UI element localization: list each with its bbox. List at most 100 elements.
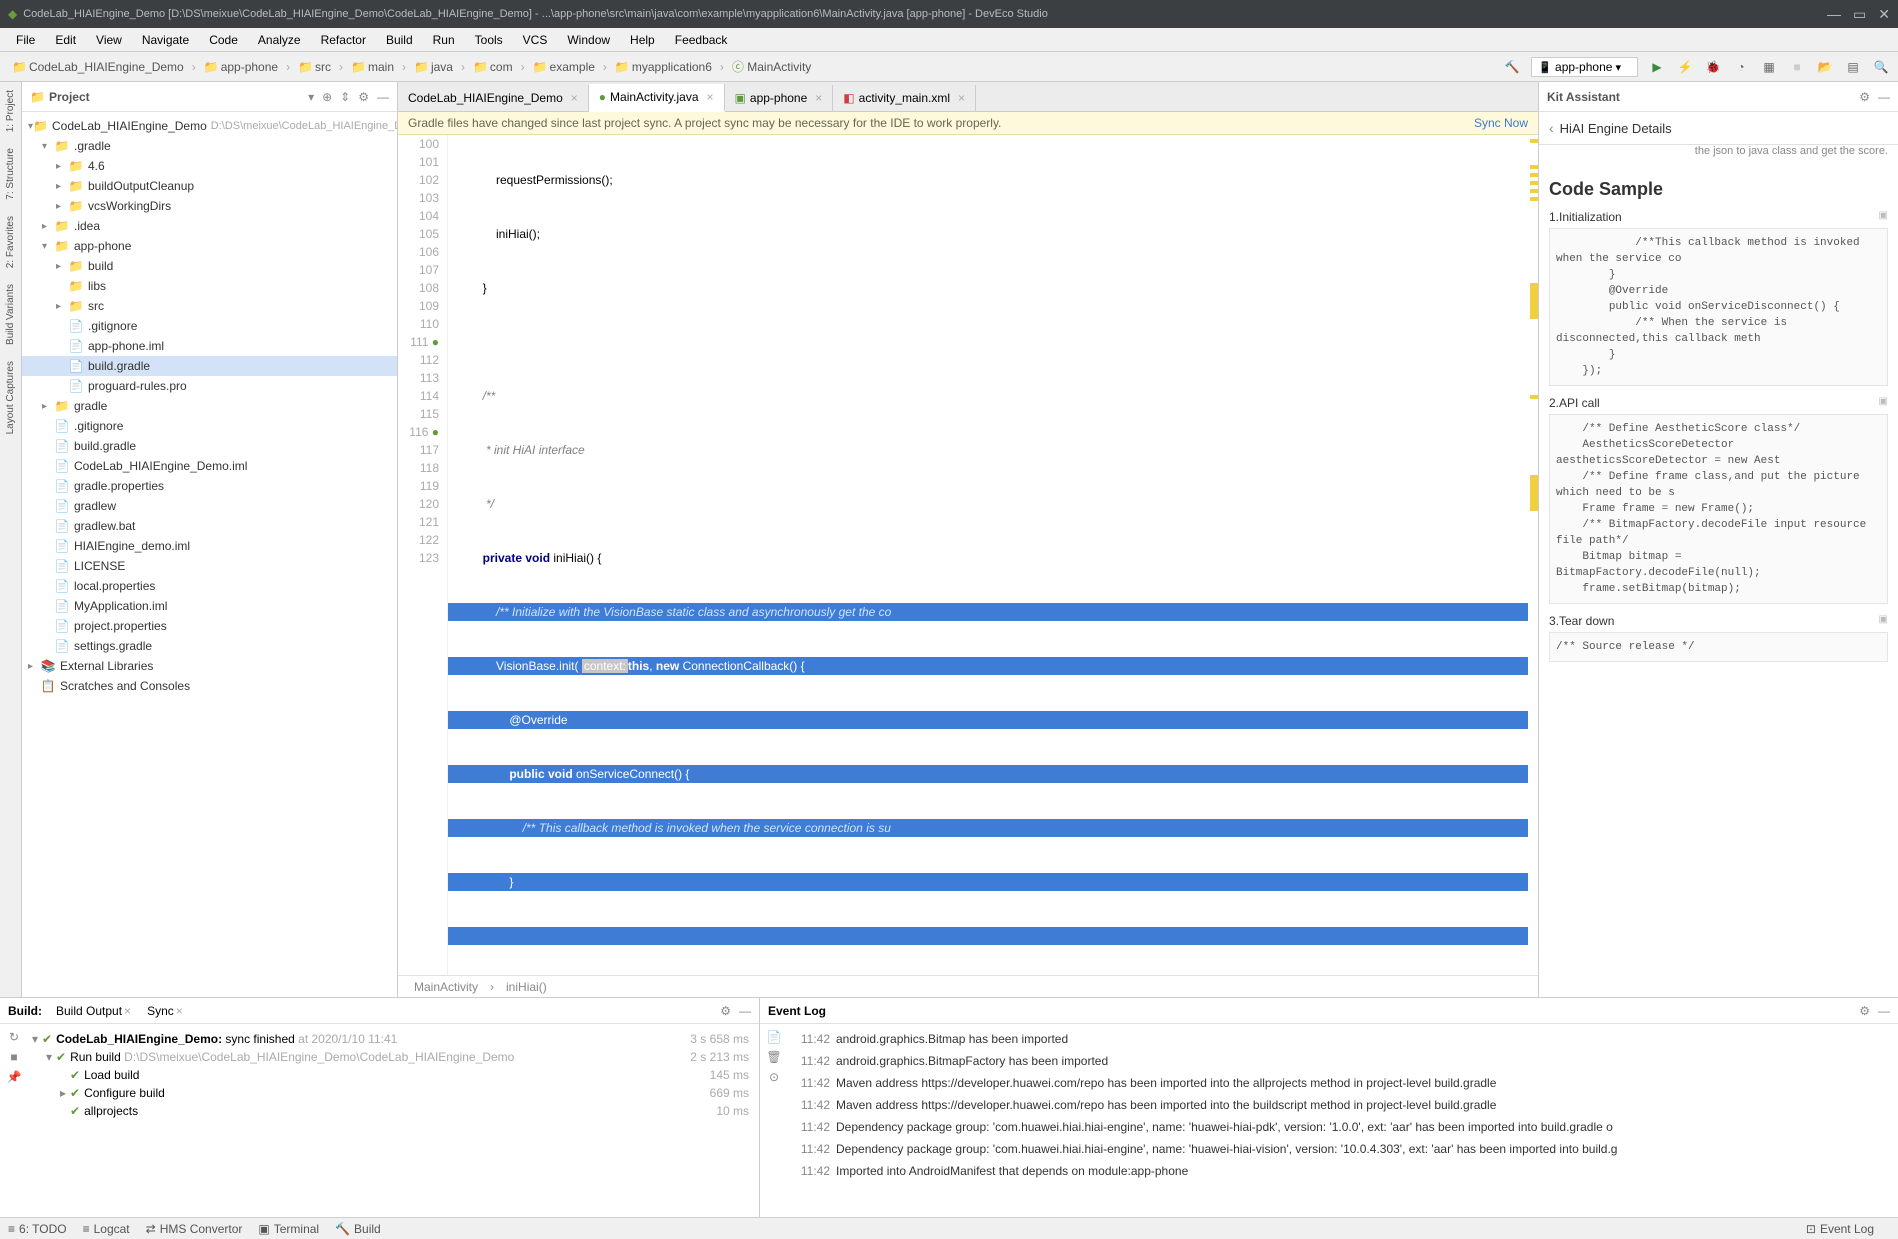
- menu-refactor[interactable]: Refactor: [313, 31, 374, 49]
- tree-license[interactable]: 📄LICENSE: [22, 556, 397, 576]
- event-clear-icon[interactable]: 📄: [767, 1030, 782, 1044]
- event-gear-icon[interactable]: ⚙: [1859, 1004, 1870, 1018]
- maximize-icon[interactable]: ▭: [1853, 6, 1866, 23]
- event-row[interactable]: 11:42android.graphics.Bitmap has been im…: [788, 1028, 1898, 1050]
- build-hammer-icon[interactable]: 🔨: [1503, 58, 1521, 76]
- restart-icon[interactable]: ↻: [9, 1030, 19, 1044]
- pin-icon[interactable]: 📌: [7, 1070, 22, 1084]
- apply-changes-icon[interactable]: ⚡: [1676, 58, 1694, 76]
- section-teardown[interactable]: 3.Tear down▣: [1549, 614, 1888, 628]
- minimize-panel-icon[interactable]: —: [377, 90, 389, 104]
- menu-run[interactable]: Run: [425, 31, 463, 49]
- tree-idea[interactable]: ▸📁.idea: [22, 216, 397, 236]
- event-list[interactable]: 11:42android.graphics.Bitmap has been im…: [788, 1024, 1898, 1217]
- collapse-icon[interactable]: ▣: [1879, 210, 1888, 221]
- menu-edit[interactable]: Edit: [47, 31, 84, 49]
- collapse-icon[interactable]: ⇕: [340, 90, 350, 104]
- menu-tools[interactable]: Tools: [467, 31, 511, 49]
- menu-help[interactable]: Help: [622, 31, 663, 49]
- tree-libs[interactable]: 📁libs: [22, 276, 397, 296]
- snippet-api[interactable]: /** Define AestheticScore class*/ Aesthe…: [1549, 414, 1888, 604]
- event-row[interactable]: 11:42Maven address https://developer.hua…: [788, 1072, 1898, 1094]
- snippet-init[interactable]: /**This callback method is invoked when …: [1549, 228, 1888, 386]
- menu-feedback[interactable]: Feedback: [667, 31, 736, 49]
- tab-structure[interactable]: 7: Structure: [3, 144, 18, 204]
- status-build[interactable]: 🔨 Build: [335, 1222, 381, 1236]
- crumb-java[interactable]: 📁java: [410, 58, 457, 76]
- settings-icon[interactable]: ⚙: [358, 90, 369, 104]
- menu-view[interactable]: View: [88, 31, 130, 49]
- minimize-icon[interactable]: —: [1827, 6, 1841, 23]
- menu-window[interactable]: Window: [559, 31, 618, 49]
- tab-favorites[interactable]: 2: Favorites: [3, 212, 18, 272]
- tab-activity-xml[interactable]: ◧activity_main.xml×: [833, 85, 976, 111]
- build-tree[interactable]: ▾✔CodeLab_HIAIEngine_Demo: sync finished…: [28, 1024, 759, 1217]
- event-row[interactable]: 11:42Imported into AndroidManifest that …: [788, 1160, 1898, 1182]
- menu-build[interactable]: Build: [378, 31, 421, 49]
- tree-localprops[interactable]: 📄local.properties: [22, 576, 397, 596]
- project-tree[interactable]: ▾📁CodeLab_HIAIEngine_DemoD:\DS\meixue\Co…: [22, 112, 397, 997]
- tree-buildoutput[interactable]: ▸📁buildOutputCleanup: [22, 176, 397, 196]
- crumb-main[interactable]: 📁main: [347, 58, 398, 76]
- tree-gitignore2[interactable]: 📄.gitignore: [22, 416, 397, 436]
- search-icon[interactable]: 🔍: [1872, 58, 1890, 76]
- tree-gradlew-bat[interactable]: 📄gradlew.bat: [22, 516, 397, 536]
- crumb-class[interactable]: ⓒ MainActivity: [728, 56, 815, 77]
- event-row[interactable]: 11:42android.graphics.BitmapFactory has …: [788, 1050, 1898, 1072]
- locate-icon[interactable]: ⊕: [322, 90, 332, 104]
- build-output-tab[interactable]: Build Output×: [50, 1000, 137, 1022]
- tree-root[interactable]: ▾📁CodeLab_HIAIEngine_DemoD:\DS\meixue\Co…: [22, 116, 397, 136]
- tree-src[interactable]: ▸📁src: [22, 296, 397, 316]
- menu-code[interactable]: Code: [201, 31, 246, 49]
- stop-icon[interactable]: ■: [1788, 58, 1806, 76]
- tab-build-variants[interactable]: Build Variants: [3, 280, 18, 349]
- run-icon[interactable]: ▶: [1648, 58, 1666, 76]
- tree-gradlew[interactable]: 📄gradlew: [22, 496, 397, 516]
- event-row[interactable]: 11:42Dependency package group: 'com.huaw…: [788, 1116, 1898, 1138]
- crumb-example[interactable]: 📁example: [529, 58, 599, 76]
- debug-icon[interactable]: 🐞: [1704, 58, 1722, 76]
- collapse-icon[interactable]: ▣: [1879, 614, 1888, 625]
- event-row[interactable]: 11:42Maven address https://developer.hua…: [788, 1094, 1898, 1116]
- close-tab-icon[interactable]: ×: [571, 91, 578, 105]
- run-config-select[interactable]: 📱 app-phone ▾: [1531, 57, 1638, 77]
- tree-projprops[interactable]: 📄project.properties: [22, 616, 397, 636]
- assistant-gear-icon[interactable]: ⚙: [1859, 90, 1870, 104]
- tab-mainactivity[interactable]: ●MainActivity.java×: [589, 84, 725, 112]
- tree-settings[interactable]: 📄settings.gradle: [22, 636, 397, 656]
- close-tab-icon[interactable]: ×: [815, 91, 822, 105]
- crumb-src[interactable]: 📁src: [294, 58, 335, 76]
- menu-vcs[interactable]: VCS: [515, 31, 556, 49]
- tree-gradle-dir[interactable]: ▾📁.gradle: [22, 136, 397, 156]
- stop-icon[interactable]: ■: [10, 1050, 17, 1064]
- sync-now-link[interactable]: Sync Now: [1474, 116, 1528, 130]
- event-row[interactable]: 11:42Dependency package group: 'com.huaw…: [788, 1138, 1898, 1160]
- tree-demo-iml[interactable]: 📄CodeLab_HIAIEngine_Demo.iml: [22, 456, 397, 476]
- sync-icon[interactable]: 📂: [1816, 58, 1834, 76]
- tree-appphone-iml[interactable]: 📄app-phone.iml: [22, 336, 397, 356]
- event-delete-icon[interactable]: 🗑: [766, 1050, 781, 1064]
- crumb-pkg[interactable]: 📁myapplication6: [611, 58, 716, 76]
- tree-46[interactable]: ▸📁4.6: [22, 156, 397, 176]
- menu-navigate[interactable]: Navigate: [134, 31, 197, 49]
- tab-project[interactable]: 1: Project: [3, 86, 18, 136]
- menu-analyze[interactable]: Analyze: [250, 31, 309, 49]
- tree-buildgradle2[interactable]: 📄build.gradle: [22, 436, 397, 456]
- back-icon[interactable]: ‹: [1549, 120, 1554, 136]
- section-api-call[interactable]: 2.API call▣: [1549, 396, 1888, 410]
- status-todo[interactable]: ≡ 6: TODO: [8, 1222, 67, 1236]
- menu-file[interactable]: File: [8, 31, 43, 49]
- code-editor[interactable]: 100101102103104105106107108109110111 ●11…: [398, 135, 1538, 975]
- status-logcat[interactable]: ≡ Logcat: [83, 1222, 130, 1236]
- tab-layout-captures[interactable]: Layout Captures: [3, 357, 18, 438]
- structure-icon[interactable]: ▤: [1844, 58, 1862, 76]
- tree-proguard[interactable]: 📄proguard-rules.pro: [22, 376, 397, 396]
- tab-codelab[interactable]: CodeLab_HIAIEngine_Demo×: [398, 85, 589, 111]
- close-tab-icon[interactable]: ×: [958, 91, 965, 105]
- crumb-com[interactable]: 📁com: [469, 58, 517, 76]
- tree-external-libs[interactable]: ▸📚External Libraries: [22, 656, 397, 676]
- status-eventlog[interactable]: ⊡ Event Log: [1806, 1222, 1874, 1236]
- tree-myapp-iml[interactable]: 📄MyApplication.iml: [22, 596, 397, 616]
- assistant-minimize-icon[interactable]: —: [1878, 90, 1890, 104]
- status-hms[interactable]: ⇄ HMS Convertor: [146, 1222, 243, 1236]
